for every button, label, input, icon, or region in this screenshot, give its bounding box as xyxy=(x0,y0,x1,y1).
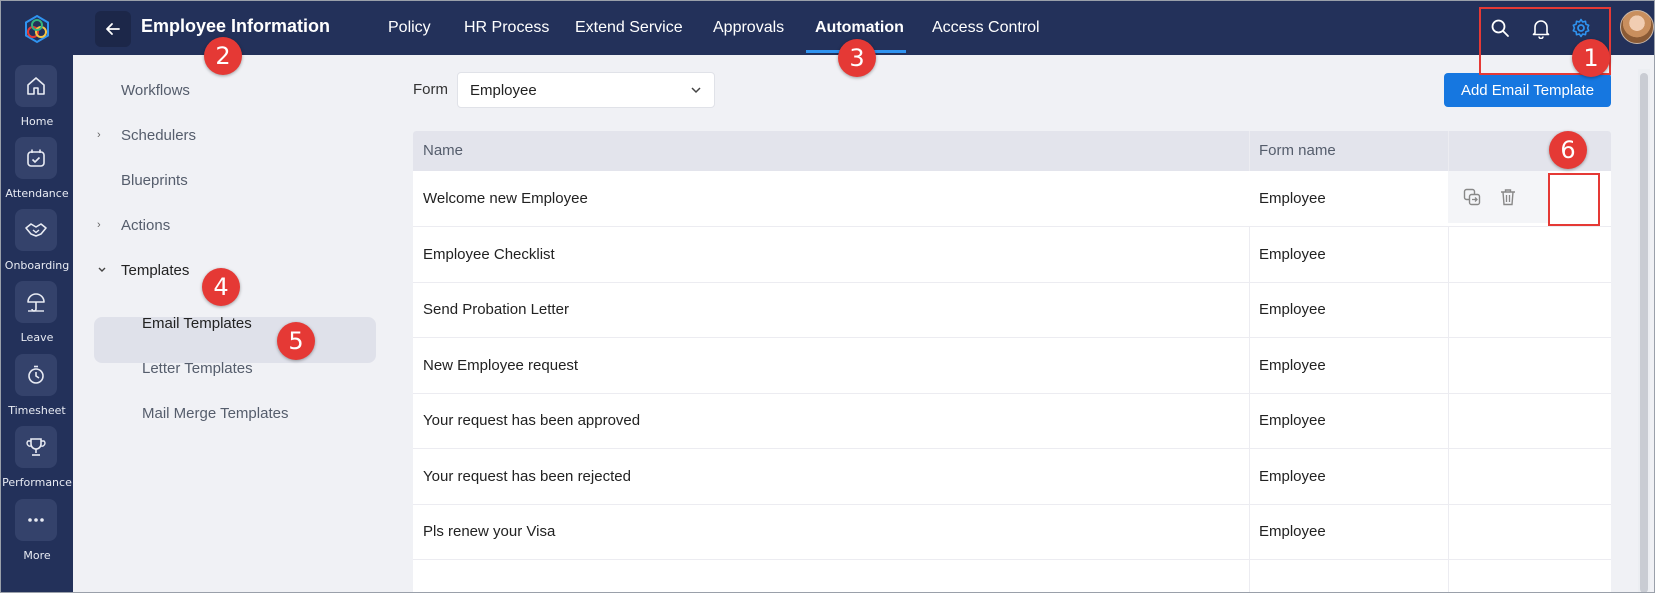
tab-automation[interactable]: Automation xyxy=(815,19,904,37)
table-row[interactable]: Employee Checklist Employee xyxy=(413,227,1611,283)
row-name: Your request has been rejected xyxy=(423,468,631,485)
row-name: Your request has been approved xyxy=(423,412,641,429)
subnav-item-workflows[interactable]: Workflows xyxy=(121,82,190,99)
rail-item-onboarding[interactable]: Onboarding xyxy=(1,209,73,283)
table-row[interactable]: Send Probation Letter Employee xyxy=(413,282,1611,338)
subnav-item-letter-templates[interactable]: Letter Templates xyxy=(142,360,253,377)
tab-policy[interactable]: Policy xyxy=(388,19,431,37)
handshake-icon xyxy=(15,209,57,251)
row-form: Employee xyxy=(1259,357,1326,374)
scrollbar-thumb[interactable] xyxy=(1640,73,1648,592)
subnav-item-templates[interactable]: Templates xyxy=(121,262,189,279)
callout-badge: 3 xyxy=(838,39,876,77)
chevron-right-icon[interactable]: › xyxy=(97,129,101,141)
table-row[interactable]: New Employee request Employee xyxy=(413,338,1611,394)
rail-label: Leave xyxy=(20,331,54,344)
form-select[interactable]: Employee xyxy=(457,72,715,108)
table-header: Name Form name xyxy=(413,131,1611,171)
callout-badge: 1 xyxy=(1572,39,1610,77)
ellipsis-icon xyxy=(15,499,57,541)
tab-access-control[interactable]: Access Control xyxy=(932,19,1040,37)
main-content: Form Employee Add Email Template Name Fo… xyxy=(392,55,1654,592)
table-row[interactable]: Your request has been rejected Employee xyxy=(413,449,1611,505)
chevron-down-icon xyxy=(691,87,701,94)
rail-label: Onboarding xyxy=(4,259,70,272)
trophy-icon xyxy=(15,426,57,468)
highlight-box xyxy=(1548,173,1600,226)
callout-badge: 5 xyxy=(277,322,315,360)
trash-icon[interactable] xyxy=(1496,185,1520,209)
stopwatch-icon xyxy=(15,354,57,396)
app-window: Home Attendance Onboarding Leave Timeshe xyxy=(0,0,1655,593)
rail-item-performance[interactable]: Performance xyxy=(1,426,73,500)
row-form: Employee xyxy=(1259,301,1326,318)
row-name: Employee Checklist xyxy=(423,246,555,263)
rail-item-more[interactable]: More xyxy=(1,499,73,573)
rail-item-home[interactable]: Home xyxy=(1,65,73,139)
row-name: Pls renew your Visa xyxy=(423,523,556,540)
row-form: Employee xyxy=(1259,190,1326,207)
subnav-item-schedulers[interactable]: Schedulers xyxy=(121,127,196,144)
rail-label: Timesheet xyxy=(8,404,66,417)
row-form: Employee xyxy=(1259,412,1326,429)
back-button[interactable] xyxy=(95,11,131,47)
rail-label: Attendance xyxy=(5,187,69,200)
automation-sidebar: Workflows › Schedulers Blueprints › Acti… xyxy=(73,55,392,592)
home-icon xyxy=(15,65,57,107)
page-title: Employee Information xyxy=(141,16,331,36)
callout-badge: 4 xyxy=(202,268,240,306)
add-email-template-button[interactable]: Add Email Template xyxy=(1444,73,1611,107)
tab-hr-process[interactable]: HR Process xyxy=(464,19,549,37)
app-logo-icon[interactable] xyxy=(21,13,53,45)
umbrella-icon xyxy=(15,281,57,323)
tab-approvals[interactable]: Approvals xyxy=(713,19,784,37)
column-header-name[interactable]: Name xyxy=(423,142,463,159)
rail-label: Performance xyxy=(2,476,72,489)
row-name: Welcome new Employee xyxy=(423,190,588,207)
rail-label: More xyxy=(23,549,51,562)
templates-table: Name Form name Welcome new Employee Empl… xyxy=(413,131,1611,592)
table-row[interactable]: Your request has been approved Employee xyxy=(413,393,1611,449)
row-actions xyxy=(1448,171,1548,223)
row-form: Employee xyxy=(1259,246,1326,263)
chevron-right-icon[interactable]: › xyxy=(97,219,101,231)
rail-label: Home xyxy=(20,115,54,128)
subnav-item-email-templates[interactable]: Email Templates xyxy=(142,315,252,332)
row-name: New Employee request xyxy=(423,357,579,374)
rail-item-timesheet[interactable]: Timesheet xyxy=(1,354,73,428)
tab-extend-service[interactable]: Extend Service xyxy=(575,19,683,37)
table-row[interactable]: Welcome new Employee Employee xyxy=(413,171,1611,227)
subnav-item-blueprints[interactable]: Blueprints xyxy=(121,172,188,189)
table-row[interactable]: Pls renew your Visa Employee xyxy=(413,504,1611,560)
subnav-item-mail-merge-templates[interactable]: Mail Merge Templates xyxy=(142,405,288,422)
row-form: Employee xyxy=(1259,468,1326,485)
avatar[interactable] xyxy=(1620,10,1654,44)
callout-badge: 2 xyxy=(204,37,242,75)
rail-item-attendance[interactable]: Attendance xyxy=(1,137,73,211)
callout-badge: 6 xyxy=(1549,131,1587,169)
chevron-down-icon[interactable] xyxy=(97,266,107,274)
row-name: Send Probation Letter xyxy=(423,301,569,318)
rail-item-leave[interactable]: Leave xyxy=(1,281,73,355)
row-form: Employee xyxy=(1259,523,1326,540)
arrow-left-icon xyxy=(106,23,120,35)
column-header-form-name[interactable]: Form name xyxy=(1259,142,1336,159)
form-select-value: Employee xyxy=(470,82,537,99)
calendar-check-icon xyxy=(15,137,57,179)
subnav-item-actions[interactable]: Actions xyxy=(121,217,170,234)
left-rail: Home Attendance Onboarding Leave Timeshe xyxy=(1,1,73,592)
form-label: Form xyxy=(413,81,448,98)
duplicate-icon[interactable] xyxy=(1460,185,1484,209)
